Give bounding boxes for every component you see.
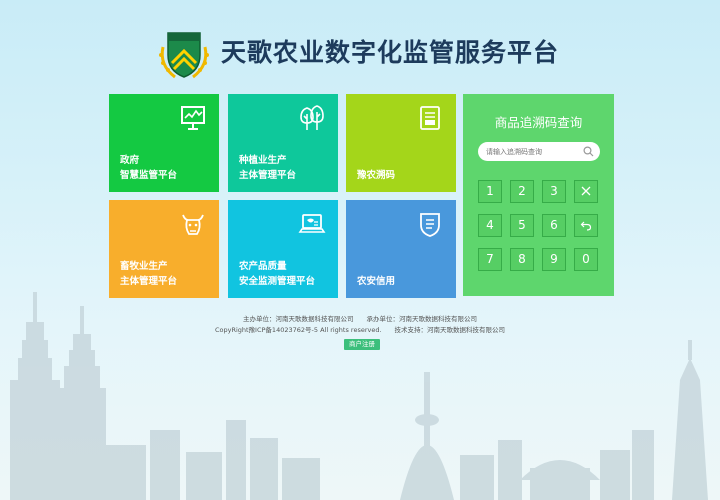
trace-search-box	[478, 142, 600, 161]
tile-trace-code[interactable]: 豫农溯码	[346, 94, 456, 192]
tile-label-line1: 种植业生产	[239, 155, 287, 166]
tile-label-line2: 主体管理平台	[239, 170, 297, 181]
undo-icon	[580, 221, 592, 231]
tile-label-line1: 农产品质量	[239, 261, 287, 272]
key-5[interactable]: 5	[510, 214, 534, 237]
trace-panel-title: 商品追溯码查询	[494, 115, 583, 130]
header: 天歌农业数字化监管服务平台	[0, 22, 720, 82]
platform-logo	[159, 32, 209, 79]
key-0[interactable]: 0	[574, 248, 598, 271]
document-icon	[420, 106, 440, 130]
city-skyline-background	[10, 292, 708, 500]
monitor-chart-icon	[181, 106, 205, 130]
trees-icon	[300, 105, 324, 130]
tile-label: 豫农溯码	[357, 170, 396, 181]
key-7[interactable]: 7	[478, 248, 502, 271]
footer-line-copyright: CopyRight豫ICP备14023762号-5 All rights res…	[214, 326, 506, 334]
key-3[interactable]: 3	[542, 180, 566, 203]
tile-government-platform[interactable]: 政府 智慧监管平台	[109, 94, 219, 192]
tile-label-line1: 畜牧业生产	[120, 261, 168, 272]
tile-label-line2: 主体管理平台	[120, 276, 178, 287]
footer-line-organizers: 主办单位：河南天歌数据科技有限公司 承办单位：河南天歌数据科技有限公司	[243, 315, 477, 323]
tile-label-line2: 智慧监管平台	[120, 170, 178, 181]
tile-livestock-platform[interactable]: 畜牧业生产 主体管理平台	[109, 200, 219, 298]
backspace-key[interactable]	[574, 214, 598, 237]
laptop-icon	[298, 214, 326, 233]
search-icon[interactable]	[583, 146, 594, 157]
key-9[interactable]: 9	[542, 248, 566, 271]
close-icon	[581, 186, 591, 196]
page-title: 天歌农业数字化监管服务平台	[221, 38, 560, 67]
tile-label-line2: 安全监测管理平台	[239, 276, 316, 287]
clear-key[interactable]	[574, 180, 598, 203]
key-6[interactable]: 6	[542, 214, 566, 237]
key-2[interactable]: 2	[510, 180, 534, 203]
trace-code-query-panel: 商品追溯码查询 1 2 3 4 5 6 7 8 9 0	[463, 94, 614, 296]
shield-icon	[420, 213, 440, 237]
merchant-register-button[interactable]: 商户注册	[344, 339, 380, 350]
key-8[interactable]: 8	[510, 248, 534, 271]
key-4[interactable]: 4	[478, 214, 502, 237]
trace-code-input[interactable]	[486, 144, 582, 159]
tile-quality-monitoring-platform[interactable]: 农产品质量 安全监测管理平台	[228, 200, 338, 298]
tile-agri-credit[interactable]: 农安信用	[346, 200, 456, 298]
tile-label-line1: 政府	[120, 155, 140, 166]
cow-icon	[182, 214, 204, 235]
tile-planting-platform[interactable]: 种植业生产 主体管理平台	[228, 94, 338, 192]
key-1[interactable]: 1	[478, 180, 502, 203]
tile-label: 农安信用	[357, 276, 396, 287]
